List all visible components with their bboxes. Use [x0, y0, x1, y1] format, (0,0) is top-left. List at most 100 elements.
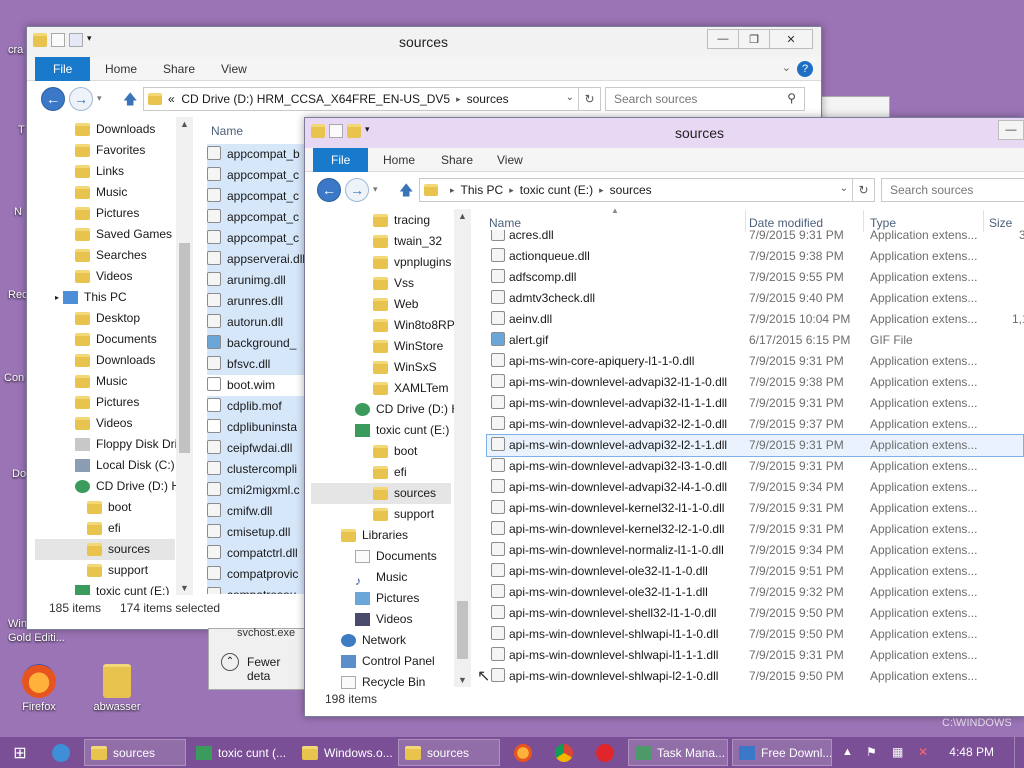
- tab-share[interactable]: Share: [431, 148, 483, 172]
- nav-scrollbar[interactable]: ▲ ▼: [454, 209, 471, 687]
- address-crumb[interactable]: sources: [467, 92, 509, 106]
- nav-item[interactable]: XAMLTem: [373, 378, 448, 399]
- address-bar[interactable]: « CD Drive (D:) HRM_CCSA_X64FRE_EN-US_DV…: [143, 87, 601, 111]
- address-overflow[interactable]: «: [168, 92, 175, 106]
- table-row[interactable]: api-ms-win-downlevel-shlwapi-l1-1-1.dll 7…: [485, 645, 1024, 666]
- nav-item[interactable]: Links: [75, 161, 124, 182]
- forward-button[interactable]: →: [345, 178, 369, 202]
- address-dropdown-icon[interactable]: ⌄: [840, 183, 848, 194]
- nav-item[interactable]: toxic cunt (E:): [355, 420, 449, 441]
- list-item[interactable]: arunimg.dll: [207, 270, 307, 291]
- desktop-icon-abwasser[interactable]: abwasser: [82, 664, 152, 713]
- table-row[interactable]: api-ms-win-downlevel-shell32-l1-1-0.dll 7…: [485, 603, 1024, 624]
- table-row[interactable]: adfscomp.dll 7/9/2015 9:55 PM Application …: [485, 267, 1024, 288]
- nav-item[interactable]: Music: [75, 182, 127, 203]
- list-item[interactable]: appcompat_c: [207, 207, 307, 228]
- nav-item[interactable]: Searches: [75, 245, 147, 266]
- up-button[interactable]: 🡅: [399, 180, 413, 204]
- column-header-name[interactable]: Name: [211, 124, 243, 138]
- table-row[interactable]: api-ms-win-core-apiquery-l1-1-0.dll 7/9/2…: [485, 351, 1024, 372]
- list-item[interactable]: compatresou: [207, 585, 307, 594]
- nav-item[interactable]: Web: [373, 294, 418, 315]
- nav-item-this-pc[interactable]: ▸ This PC: [55, 287, 127, 308]
- taskbar-item-sources-2[interactable]: sources: [398, 739, 500, 766]
- nav-item[interactable]: Pictures: [75, 392, 139, 413]
- nav-item[interactable]: support: [87, 560, 148, 581]
- table-row[interactable]: acres.dll 7/9/2015 9:31 PM Application ext…: [485, 230, 1024, 246]
- tab-home[interactable]: Home: [95, 57, 147, 81]
- minimize-button[interactable]: —: [707, 29, 739, 49]
- nav-item[interactable]: Downloads: [75, 119, 155, 140]
- table-row[interactable]: api-ms-win-downlevel-shlwapi-l1-1-0.dll 7…: [485, 624, 1024, 645]
- scroll-up-icon[interactable]: ▲: [176, 119, 193, 129]
- search-input[interactable]: Search sources ⚲: [605, 87, 805, 111]
- chevron-right-icon[interactable]: ▸: [599, 185, 604, 196]
- nav-item[interactable]: CD Drive (D:) H: [75, 476, 180, 497]
- table-row[interactable]: api-ms-win-downlevel-shlwapi-l2-1-0.dll 7…: [485, 666, 1024, 687]
- back-button[interactable]: ←: [317, 178, 341, 202]
- tab-view[interactable]: View: [487, 148, 533, 172]
- back-button[interactable]: ←: [41, 87, 65, 111]
- table-row[interactable]: api-ms-win-downlevel-ole32-l1-1-1.dll 7/9…: [485, 582, 1024, 603]
- list-item[interactable]: cmifw.dll: [207, 501, 307, 522]
- address-bar[interactable]: ▸ This PC ▸ toxic cunt (E:) ▸ sources ⌄ …: [419, 178, 875, 202]
- table-row[interactable]: api-ms-win-downlevel-kernel32-l2-1-0.dll…: [485, 519, 1024, 540]
- nav-item[interactable]: Desktop: [75, 308, 140, 329]
- forward-button[interactable]: →: [69, 87, 93, 111]
- taskbar-item-free-download[interactable]: Free Downl...: [732, 739, 832, 766]
- list-item[interactable]: appcompat_c: [207, 186, 307, 207]
- list-item[interactable]: appserverai.dll: [207, 249, 307, 270]
- nav-item[interactable]: Vss: [373, 273, 414, 294]
- refresh-icon[interactable]: ↻: [578, 88, 600, 110]
- close-button[interactable]: ✕: [769, 29, 813, 49]
- address-crumb[interactable]: toxic cunt (E:): [520, 183, 593, 197]
- new-folder-icon[interactable]: [69, 33, 83, 47]
- nav-item[interactable]: Control Panel: [341, 651, 435, 672]
- search-input[interactable]: Search sources: [881, 178, 1024, 202]
- nav-item[interactable]: efi: [373, 462, 407, 483]
- nav-item[interactable]: support: [373, 504, 434, 525]
- nav-item[interactable]: Documents: [75, 329, 157, 350]
- chrome-icon[interactable]: [555, 744, 573, 762]
- taskbar-item-toxic[interactable]: toxic cunt (...: [190, 739, 292, 766]
- qat-dropdown-icon[interactable]: ▾: [87, 33, 97, 47]
- show-desktop-button[interactable]: [1014, 737, 1024, 768]
- nav-item[interactable]: Documents: [355, 546, 437, 567]
- start-button[interactable]: ⊞: [0, 737, 40, 768]
- table-row[interactable]: api-ms-win-downlevel-advapi32-l4-1-0.dll…: [485, 477, 1024, 498]
- table-row[interactable]: api-ms-win-downlevel-advapi32-l3-1-0.dll…: [485, 456, 1024, 477]
- minimize-button[interactable]: —: [998, 120, 1024, 140]
- nav-item-selected[interactable]: sources: [311, 483, 451, 504]
- title-bar[interactable]: ▾ sources —: [305, 118, 1024, 148]
- refresh-icon[interactable]: ↻: [852, 179, 874, 201]
- nav-item[interactable]: Recycle Bin: [341, 672, 425, 691]
- nav-item[interactable]: boot: [87, 497, 131, 518]
- list-item[interactable]: cdplib.mof: [207, 396, 307, 417]
- taskbar-item-windows[interactable]: Windows.o...: [296, 739, 394, 766]
- nav-item[interactable]: Music: [75, 371, 127, 392]
- nav-item[interactable]: Videos: [355, 609, 412, 630]
- volume-muted-icon[interactable]: ✕: [918, 745, 928, 759]
- nav-item[interactable]: twain_32: [373, 231, 442, 252]
- scroll-down-icon[interactable]: ▼: [176, 583, 193, 593]
- tab-file[interactable]: File: [35, 57, 91, 81]
- nav-item[interactable]: Videos: [75, 413, 132, 434]
- nav-item[interactable]: Downloads: [75, 350, 155, 371]
- column-header-name[interactable]: Name: [489, 216, 521, 230]
- help-icon[interactable]: ?: [797, 61, 813, 77]
- expand-icon[interactable]: ▸: [55, 287, 59, 308]
- list-item[interactable]: cmisetup.dll: [207, 522, 307, 543]
- title-bar[interactable]: ▾ sources — ❐ ✕: [27, 27, 821, 57]
- address-crumb[interactable]: This PC: [461, 183, 504, 197]
- nav-item[interactable]: Network: [341, 630, 406, 651]
- tab-file[interactable]: File: [313, 148, 369, 172]
- nav-item[interactable]: Videos: [75, 266, 132, 287]
- table-row[interactable]: api-ms-win-downlevel-normaliz-l1-1-0.dll…: [485, 540, 1024, 561]
- nav-item[interactable]: WinStore: [373, 336, 443, 357]
- chevron-right-icon[interactable]: ▸: [450, 185, 455, 196]
- qat-dropdown-icon[interactable]: ▾: [365, 124, 375, 138]
- internet-explorer-icon[interactable]: [52, 744, 70, 762]
- chevron-right-icon[interactable]: ▸: [456, 94, 461, 105]
- nav-item[interactable]: toxic cunt (E:): [75, 581, 169, 595]
- address-dropdown-icon[interactable]: ⌄: [566, 92, 574, 103]
